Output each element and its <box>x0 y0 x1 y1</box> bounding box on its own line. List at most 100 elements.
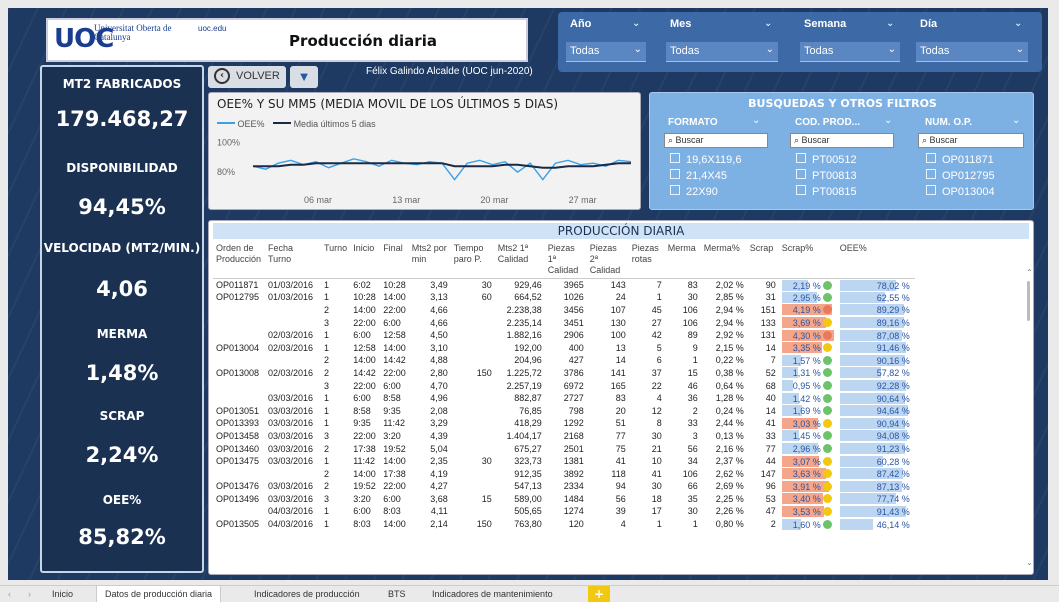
table-row[interactable]: 03/03/2016 1 6:00 8:58 4,96 882,87 2727 83 4 36 1,… <box>213 392 915 405</box>
table-cell: 33 <box>765 430 776 441</box>
oee-bar: 77,74 % <box>839 493 912 505</box>
x-tick-label: 20 mar <box>480 195 508 205</box>
table-row[interactable]: OP013505 04/03/2016 1 8:03 14:00 2,14 150 763,8… <box>213 518 915 531</box>
chevron-down-icon: ⌄ <box>1014 18 1023 29</box>
table-row[interactable]: OP013393 03/03/2016 1 9:35 11:42 3,29 418,29 12… <box>213 417 915 430</box>
table-cell: 3,69 % <box>779 316 837 329</box>
filter-option[interactable]: 22X90 <box>670 185 718 198</box>
column-header[interactable]: Scrap% <box>778 241 837 279</box>
add-page-button[interactable]: + <box>588 586 610 602</box>
scroll-thumb[interactable] <box>1027 281 1030 321</box>
table-row[interactable]: OP013460 03/03/2016 2 17:38 19:52 5,04 675,27 2… <box>213 442 915 455</box>
filter-option[interactable]: OP013004 <box>926 185 995 198</box>
table-cell: 77 <box>765 443 776 454</box>
table-cell: 03/03/2016 <box>268 443 314 454</box>
table-row[interactable]: OP013476 03/03/2016 2 19:52 22:00 4,27 547,13 2… <box>213 480 915 493</box>
filter-option[interactable]: OP012795 <box>926 169 995 182</box>
table-cell: 30 <box>687 506 698 517</box>
header-banner: UOC Universitat Oberta de Catalunya uoc.… <box>46 18 528 62</box>
tab-indicadores-produccion[interactable]: Indicadores de producción <box>246 586 368 602</box>
column-header[interactable]: Orden de Producción <box>213 241 265 279</box>
column-header[interactable]: Merma <box>664 241 701 279</box>
tab-datos-produccion[interactable]: Datos de producción diaria <box>96 586 222 602</box>
column-header[interactable]: Mts2 por min <box>408 241 451 279</box>
filter-option[interactable]: 21,4X45 <box>670 169 727 182</box>
table-row[interactable]: 3 22:00 6:00 4,66 2.235,14 3451 130 27 106 2,94 %… <box>213 316 915 329</box>
table-cell: 90,94 % <box>837 417 915 430</box>
table-cell: 13 <box>615 342 626 353</box>
filter-formato-search[interactable]: ⌕ Buscar <box>664 133 768 148</box>
chevron-down-icon[interactable]: ⌄ <box>1012 115 1029 126</box>
table-cell <box>265 316 321 329</box>
table-cell: 22:00 <box>353 430 376 441</box>
clear-filters-button[interactable]: ▼ <box>290 66 318 88</box>
column-header[interactable]: Inicio <box>350 241 381 279</box>
filter-option[interactable]: PT00512 <box>796 153 857 166</box>
table-cell: 40 <box>765 393 776 404</box>
table-row[interactable]: 2 14:00 22:00 4,66 2.238,38 3456 107 45 106 2,94 … <box>213 304 915 317</box>
table-cell: 2,80 <box>430 367 448 378</box>
table-cell: 2,92 % <box>715 330 744 341</box>
column-header[interactable]: Merma% <box>700 241 747 279</box>
tab-inicio[interactable]: Inicio <box>44 586 81 602</box>
table-row[interactable]: OP013496 03/03/2016 3 3:20 6:00 3,68 15 589,00 1… <box>213 493 915 506</box>
table-row[interactable]: 02/03/2016 1 6:00 12:58 4,50 1.882,16 2906 100 4… <box>213 329 915 342</box>
scroll-up-icon[interactable]: ⌃ <box>1026 268 1033 277</box>
filter-codprod-search[interactable]: ⌕ Buscar <box>790 133 894 148</box>
filter-option[interactable]: OP011871 <box>926 153 994 166</box>
back-button[interactable]: ‹ VOLVER <box>208 66 286 88</box>
bar-value: 94,08 % <box>876 431 910 442</box>
search-placeholder: Buscar <box>675 135 704 145</box>
filter-option[interactable]: PT00815 <box>796 185 857 198</box>
table-cell: 83 <box>687 280 698 291</box>
column-header[interactable]: Mts2 1ª Calidad <box>494 241 545 279</box>
table-cell: 1 <box>692 519 698 530</box>
column-header[interactable]: Turno <box>321 241 351 279</box>
filter-option[interactable]: PT00813 <box>796 169 857 182</box>
filter-numop-search[interactable]: ⌕ Buscar <box>918 133 1024 148</box>
table-cell: 22:00 <box>383 367 406 378</box>
table-row[interactable]: OP013458 03/03/2016 3 22:00 3:20 4,39 1.404,17… <box>213 430 915 443</box>
table-row[interactable]: OP013475 03/03/2016 1 11:42 14:00 2,35 30 323,7… <box>213 455 915 468</box>
tab-prev-icon[interactable]: ‹ <box>0 586 20 602</box>
table-row[interactable]: OP013051 03/03/2016 1 8:58 9:35 2,08 76,85 798 2… <box>213 404 915 417</box>
scroll-down-icon[interactable]: ⌄ <box>1026 558 1033 567</box>
column-header[interactable]: Piezas 2ª Calidad <box>586 241 629 279</box>
table-row[interactable]: OP013008 02/03/2016 2 14:42 22:00 2,80 150 1.22… <box>213 367 915 380</box>
table-cell <box>265 304 321 317</box>
table-row[interactable]: OP013004 02/03/2016 1 12:58 14:00 3,10 192,00 4… <box>213 341 915 354</box>
kpi-oee-label: OEE% <box>102 493 142 507</box>
tab-bts[interactable]: BTS <box>380 586 414 602</box>
column-header[interactable]: Tiempo paro P. <box>450 241 495 279</box>
slicer-week-dropdown[interactable]: Todas ⌄ <box>800 42 900 62</box>
table-cell: 912,35 <box>514 468 542 479</box>
table-cell: 1,69 % <box>779 404 837 417</box>
table-row[interactable]: 2 14:00 14:42 4,88 204,96 427 14 6 1 0,22 % 7 1,57 … <box>213 354 915 367</box>
slicer-year-dropdown[interactable]: Todas ⌄ <box>566 42 646 62</box>
column-header[interactable]: Final <box>380 241 409 279</box>
column-header[interactable]: Fecha Turno <box>265 241 321 279</box>
tab-next-icon[interactable]: › <box>20 586 40 602</box>
oee-bar: 92,28 % <box>839 380 912 392</box>
table-row[interactable]: 3 22:00 6:00 4,70 2.257,19 6972 165 22 46 0,64 % 6… <box>213 379 915 392</box>
university-url: uoc.edu <box>198 24 227 33</box>
slicer-day-dropdown[interactable]: Todas ⌄ <box>916 42 1028 62</box>
table-row[interactable]: OP011871 01/03/2016 1 6:02 10:28 3,49 30 929,46… <box>213 279 915 292</box>
table-row[interactable]: 2 14:00 17:38 4,19 912,35 3892 118 41 106 2,62 % 1… <box>213 467 915 480</box>
table-cell <box>451 354 495 367</box>
table-row[interactable]: 04/03/2016 1 6:00 8:03 4,11 505,65 1274 39 17 30 2… <box>213 505 915 518</box>
table-row[interactable]: OP012795 01/03/2016 1 10:28 14:00 3,13 60 664,5… <box>213 291 915 304</box>
column-header[interactable]: OEE% <box>836 241 915 279</box>
table-cell: 90,64 % <box>837 392 915 405</box>
filter-option[interactable]: 19,6X119,6 <box>670 153 741 166</box>
table-cell <box>213 467 265 480</box>
column-header[interactable]: Piezas rotas <box>628 241 665 279</box>
table-scrollbar[interactable]: ⌃ ⌄ <box>1025 267 1033 567</box>
column-header[interactable]: Scrap <box>746 241 779 279</box>
column-header[interactable]: Piezas 1ª Calidad <box>544 241 587 279</box>
tab-indicadores-mantenimiento[interactable]: Indicadores de mantenimiento <box>424 586 561 602</box>
slicer-month-dropdown[interactable]: Todas ⌄ <box>666 42 778 62</box>
table-cell: 2 <box>324 443 330 454</box>
table-cell: 882,87 <box>514 393 542 404</box>
status-indicator-icon <box>822 343 832 353</box>
